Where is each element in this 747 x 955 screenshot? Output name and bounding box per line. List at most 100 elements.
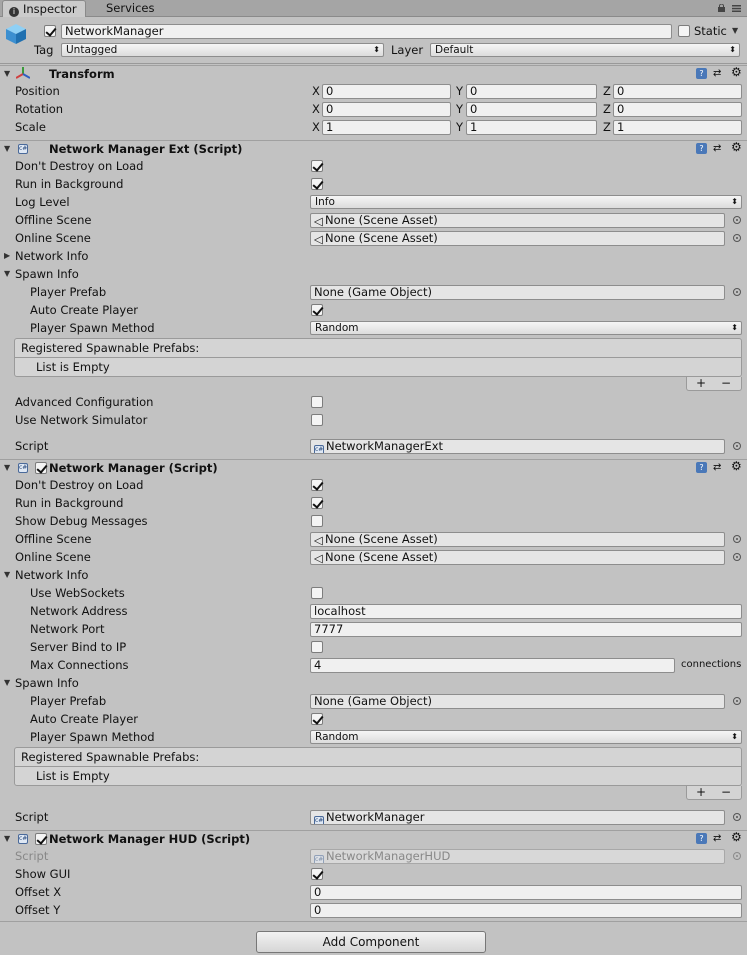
tab-services[interactable]: Services [100,0,163,17]
player-prefab-field[interactable]: None (Game Object) [310,285,725,300]
object-picker-icon[interactable] [733,442,741,450]
tab-inspector[interactable]: i Inspector [2,0,86,17]
run-bg-checkbox[interactable] [311,497,323,509]
debug-messages-checkbox[interactable] [311,515,323,527]
list-add-button[interactable]: + [696,377,706,389]
websockets-checkbox[interactable] [311,587,323,599]
gear-icon[interactable]: ⚙ [731,460,742,472]
active-checkbox[interactable] [44,25,56,37]
preset-sliders-icon[interactable]: ⇄ [713,833,724,844]
advanced-config-checkbox[interactable] [311,396,323,408]
log-level-dropdown[interactable]: Info ⬍ [310,195,742,209]
network-simulator-checkbox[interactable] [311,414,323,426]
fold-open-icon[interactable]: ▼ [4,567,10,583]
lock-icon[interactable] [718,4,725,12]
tag-label: Tag [34,43,54,57]
nm-ext-title: Network Manager Ext (Script) [49,142,243,156]
tag-dropdown[interactable]: Untagged ⬍ [61,43,384,57]
rotation-y-input[interactable]: 0 [466,102,597,117]
preset-sliders-icon[interactable]: ⇄ [713,68,724,79]
offline-scene-field[interactable]: ◁ None (Scene Asset) [310,213,725,228]
fold-open-icon[interactable]: ▼ [4,141,10,157]
preset-sliders-icon[interactable]: ⇄ [713,143,724,154]
object-picker-icon[interactable] [733,697,741,705]
offset-y-input[interactable]: 0 [310,903,742,918]
static-checkbox[interactable] [678,25,690,37]
script-field[interactable]: c# NetworkManagerExt [310,439,725,454]
offset-x-input[interactable]: 0 [310,885,742,900]
scale-x-input[interactable]: 1 [322,120,451,135]
add-component-button[interactable]: Add Component [256,931,486,953]
network-info-foldout[interactable]: Network Info [15,248,88,264]
preset-sliders-icon[interactable]: ⇄ [713,462,724,473]
object-picker-icon[interactable] [733,813,741,821]
script-file-icon: c# [18,144,28,154]
gear-icon[interactable]: ⚙ [731,141,742,153]
position-y-input[interactable]: 0 [466,84,597,99]
help-icon[interactable]: ? [696,833,707,844]
help-icon[interactable]: ? [696,68,707,79]
scale-z-input[interactable]: 1 [613,120,742,135]
object-picker-icon[interactable] [733,288,741,296]
hud-enabled-checkbox[interactable] [35,833,47,845]
scene-asset-icon: ◁ [314,533,323,547]
gear-icon[interactable]: ⚙ [731,831,742,843]
offline-scene-field[interactable]: ◁ None (Scene Asset) [310,532,725,547]
gear-icon[interactable]: ⚙ [731,66,742,78]
object-name-input[interactable]: NetworkManager [61,24,672,39]
rotation-z-input[interactable]: 0 [613,102,742,117]
list-remove-button[interactable]: − [721,377,731,389]
object-picker-icon[interactable] [733,216,741,224]
script-field[interactable]: c# NetworkManager [310,810,725,825]
list-remove-button[interactable]: − [721,786,731,798]
position-x-input[interactable]: 0 [322,84,451,99]
spawn-info-foldout[interactable]: Spawn Info [15,675,79,691]
fold-open-icon[interactable]: ▼ [4,66,10,82]
auto-create-checkbox[interactable] [311,304,323,316]
dont-destroy-checkbox[interactable] [311,160,323,172]
position-z-input[interactable]: 0 [613,84,742,99]
x-axis-label: X [312,120,320,134]
network-info-foldout[interactable]: Network Info [15,567,88,583]
object-picker-icon[interactable] [733,535,741,543]
object-picker-icon[interactable] [733,234,741,242]
help-icon[interactable]: ? [696,462,707,473]
fold-closed-icon[interactable]: ▶ [4,248,10,264]
script-file-icon: c# [18,463,28,473]
fold-open-icon[interactable]: ▼ [4,460,10,476]
rotation-x-input[interactable]: 0 [322,102,451,117]
script-file-icon: c# [314,855,324,863]
list-header: Registered Spawnable Prefabs: [15,748,741,767]
spawn-method-dropdown[interactable]: Random ⬍ [310,730,742,744]
scale-y-input[interactable]: 1 [466,120,597,135]
player-prefab-label: Player Prefab [30,285,107,299]
network-port-input[interactable]: 7777 [310,622,742,637]
auto-create-label: Auto Create Player [30,712,139,726]
online-scene-field[interactable]: ◁ None (Scene Asset) [310,231,725,246]
script-label: Script [15,810,49,824]
bind-ip-checkbox[interactable] [311,641,323,653]
player-prefab-field[interactable]: None (Game Object) [310,694,725,709]
dont-destroy-label: Don't Destroy on Load [15,478,144,492]
object-picker-icon[interactable] [733,553,741,561]
spawn-method-dropdown[interactable]: Random ⬍ [310,321,742,335]
spawn-info-foldout[interactable]: Spawn Info [15,266,79,282]
layer-dropdown[interactable]: Default ⬍ [430,43,740,57]
fold-open-icon[interactable]: ▼ [4,266,10,282]
network-address-input[interactable]: localhost [310,604,742,619]
gameobject-cube-icon [6,24,26,44]
list-add-button[interactable]: + [696,786,706,798]
auto-create-checkbox[interactable] [311,713,323,725]
dont-destroy-checkbox[interactable] [311,479,323,491]
transform-title: Transform [49,67,115,81]
nm-enabled-checkbox[interactable] [35,462,47,474]
fold-open-icon[interactable]: ▼ [4,831,10,847]
online-scene-field[interactable]: ◁ None (Scene Asset) [310,550,725,565]
static-dropdown-arrow-icon[interactable]: ▼ [732,23,738,39]
fold-open-icon[interactable]: ▼ [4,675,10,691]
help-icon[interactable]: ? [696,143,707,154]
show-gui-checkbox[interactable] [311,868,323,880]
max-connections-input[interactable]: 4 [310,658,675,673]
run-bg-checkbox[interactable] [311,178,323,190]
menu-icon[interactable] [732,5,741,12]
